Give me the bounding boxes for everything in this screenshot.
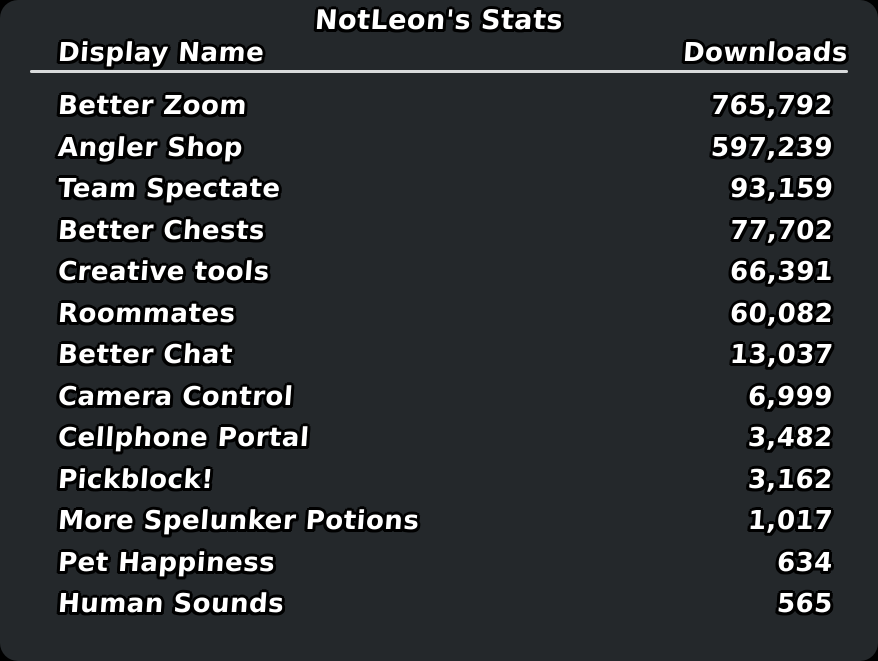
cell-downloads: 634 (776, 547, 835, 578)
table-row[interactable]: Pet Happiness 634 (0, 546, 878, 588)
table-row[interactable]: Better Chests 77,702 (0, 214, 878, 256)
cell-display-name: Pickblock! (56, 464, 215, 495)
cell-downloads: 93,159 (728, 174, 835, 204)
cell-downloads: 1,017 (747, 506, 835, 536)
table-row[interactable]: Better Zoom 765,792 (0, 89, 878, 131)
cell-downloads: 597,239 (710, 132, 835, 163)
cell-downloads: 3,162 (747, 464, 835, 495)
cell-downloads: 3,482 (747, 423, 835, 453)
table-row[interactable]: Camera Control 6,999 (0, 380, 878, 422)
table-row[interactable]: Human Sounds 565 (0, 587, 878, 629)
cell-downloads: 77,702 (728, 215, 835, 246)
cell-display-name: Camera Control (56, 381, 295, 412)
table-row[interactable]: Better Chat 13,037 (0, 338, 878, 380)
table-row[interactable]: Cellphone Portal 3,482 (0, 421, 878, 463)
cell-downloads: 6,999 (747, 381, 835, 412)
table-row[interactable]: More Spelunker Potions 1,017 (0, 504, 878, 546)
table-row[interactable]: Creative tools 66,391 (0, 255, 878, 297)
cell-display-name: Team Spectate (56, 174, 282, 204)
cell-display-name: Cellphone Portal (56, 423, 311, 453)
column-header-display-name: Display Name (56, 38, 266, 68)
cell-display-name: Better Chat (56, 340, 234, 370)
stats-table-body: Better Zoom 765,792 Angler Shop 597,239 Team… (0, 89, 878, 629)
stats-panel: NotLeon's Stats Display Name Downloads B… (0, 0, 878, 661)
table-row[interactable]: Roommates 60,082 (0, 297, 878, 339)
table-row[interactable]: Team Spectate 93,159 (0, 172, 878, 214)
table-row[interactable]: Angler Shop 597,239 (0, 131, 878, 173)
cell-downloads: 66,391 (728, 257, 835, 287)
table-row[interactable]: Pickblock! 3,162 (0, 463, 878, 505)
cell-downloads: 13,037 (728, 340, 835, 370)
cell-display-name: Better Chests (56, 215, 266, 246)
page-title: NotLeon's Stats (313, 5, 565, 36)
cell-downloads: 765,792 (710, 91, 835, 121)
cell-display-name: Pet Happiness (56, 547, 277, 578)
cell-display-name: Creative tools (56, 257, 271, 287)
cell-display-name: Angler Shop (56, 132, 244, 163)
column-header-downloads: Downloads (682, 38, 850, 68)
cell-downloads: 565 (776, 589, 835, 619)
cell-display-name: Better Zoom (56, 91, 249, 121)
cell-display-name: Human Sounds (56, 589, 286, 619)
cell-display-name: More Spelunker Potions (56, 506, 421, 536)
header-divider (30, 70, 848, 73)
cell-display-name: Roommates (56, 298, 237, 329)
table-header-row: Display Name Downloads (30, 38, 850, 70)
cell-downloads: 60,082 (728, 298, 835, 329)
